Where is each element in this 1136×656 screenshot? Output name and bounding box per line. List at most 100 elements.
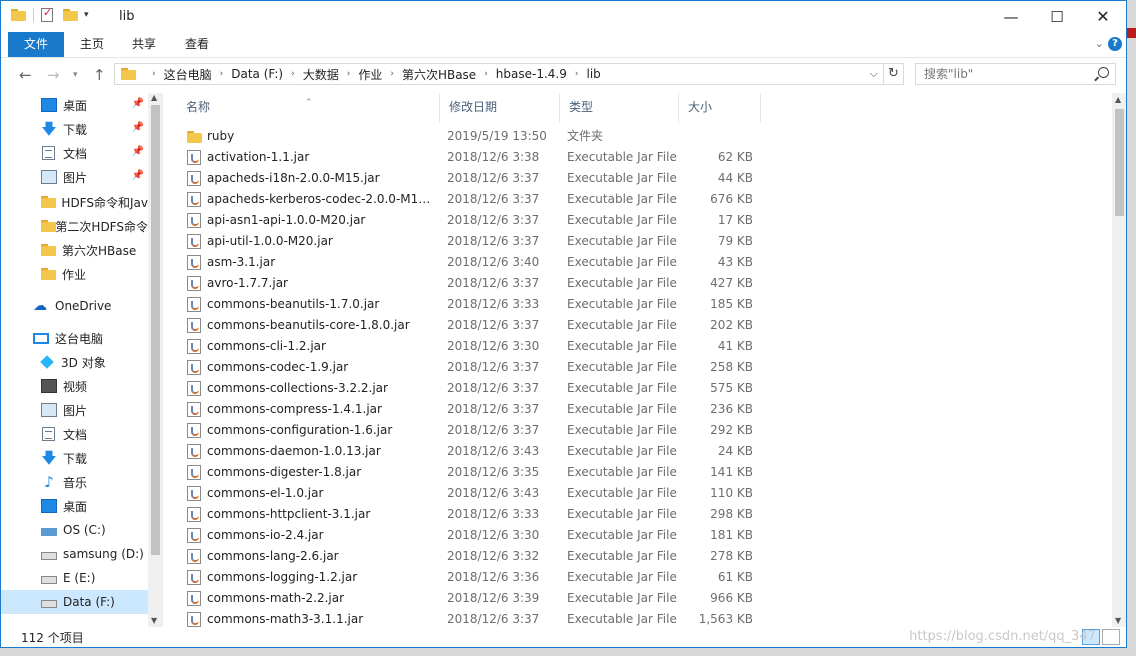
breadcrumb-separator-icon[interactable]: › bbox=[484, 69, 488, 79]
properties-icon[interactable] bbox=[41, 6, 53, 22]
column-header-name[interactable]: 名称 ⌃ bbox=[177, 93, 440, 123]
file-row[interactable]: commons-math3-3.1.1.jar 2018/12/6 3:37 Exe… bbox=[177, 609, 767, 627]
nav-item-documents[interactable]: 文档 bbox=[1, 422, 148, 446]
tab-share[interactable]: 共享 bbox=[121, 32, 167, 57]
search-box[interactable] bbox=[915, 63, 1116, 85]
scroll-up-arrow-icon[interactable]: ▲ bbox=[1115, 95, 1121, 104]
scrollbar-thumb[interactable] bbox=[1115, 109, 1124, 216]
breadcrumb-separator-icon[interactable]: › bbox=[220, 69, 224, 79]
file-row[interactable]: commons-daemon-1.0.13.jar 2018/12/6 3:43 E… bbox=[177, 441, 767, 462]
nav-item-hdfs-folder[interactable]: HDFS命令和Jav bbox=[1, 190, 148, 214]
nav-item-documents-pinned[interactable]: 文档 📌 bbox=[1, 141, 148, 165]
scroll-down-arrow-icon[interactable]: ▼ bbox=[1115, 616, 1121, 625]
breadcrumb-hbase-version[interactable]: hbase-1.4.9 bbox=[496, 67, 567, 81]
scroll-up-arrow-icon[interactable]: ▲ bbox=[151, 93, 157, 102]
breadcrumb-this-pc[interactable]: 这台电脑 bbox=[164, 66, 212, 83]
forward-arrow-icon[interactable]: → bbox=[47, 66, 60, 84]
maximize-button[interactable]: ☐ bbox=[1034, 1, 1080, 32]
search-input[interactable] bbox=[924, 65, 1094, 83]
file-row[interactable]: commons-math-2.2.jar 2018/12/6 3:39 Execut… bbox=[177, 588, 767, 609]
back-arrow-icon[interactable]: ← bbox=[19, 66, 32, 84]
minimize-button[interactable]: — bbox=[988, 1, 1034, 32]
column-header-type[interactable]: 类型 bbox=[560, 93, 679, 123]
tab-home[interactable]: 主页 bbox=[71, 32, 113, 57]
file-row[interactable]: commons-httpclient-3.1.jar 2018/12/6 3:33… bbox=[177, 504, 767, 525]
file-row[interactable]: apacheds-i18n-2.0.0-M15.jar 2018/12/6 3:3… bbox=[177, 168, 767, 189]
nav-item-pictures[interactable]: 图片 bbox=[1, 398, 148, 422]
breadcrumb-hbase-folder[interactable]: 第六次HBase bbox=[402, 66, 476, 83]
customize-toolbar-chevron-icon[interactable]: ▾ bbox=[84, 10, 89, 20]
nav-item-data-drive[interactable]: Data (F:) bbox=[1, 590, 148, 614]
breadcrumb-data-drive[interactable]: Data (F:) bbox=[231, 67, 283, 81]
folder-icon[interactable] bbox=[11, 9, 26, 21]
address-history-chevron-icon[interactable]: ⌵ bbox=[870, 67, 878, 81]
pin-icon[interactable]: 📌 bbox=[132, 146, 144, 157]
file-row[interactable]: commons-codec-1.9.jar 2018/12/6 3:37 Execu… bbox=[177, 357, 767, 378]
file-row[interactable]: asm-3.1.jar 2018/12/6 3:40 Executable Jar … bbox=[177, 252, 767, 273]
up-arrow-icon[interactable]: ↑ bbox=[93, 66, 106, 84]
file-row[interactable]: commons-beanutils-1.7.0.jar 2018/12/6 3:3… bbox=[177, 294, 767, 315]
file-row[interactable]: commons-lang-2.6.jar 2018/12/6 3:32 Execut… bbox=[177, 546, 767, 567]
file-row[interactable]: commons-configuration-1.6.jar 2018/12/6 3… bbox=[177, 420, 767, 441]
nav-item-hdfs2-folder[interactable]: 第二次HDFS命令 bbox=[1, 214, 148, 238]
nav-item-samsung-drive[interactable]: samsung (D:) bbox=[1, 542, 148, 566]
breadcrumb-separator-icon[interactable]: › bbox=[152, 69, 156, 79]
nav-item-this-pc[interactable]: 这台电脑 bbox=[1, 326, 148, 350]
nav-item-downloads[interactable]: 🡇 下载 bbox=[1, 446, 148, 470]
file-row[interactable]: commons-digester-1.8.jar 2018/12/6 3:35 Ex… bbox=[177, 462, 767, 483]
scroll-down-arrow-icon[interactable]: ▼ bbox=[151, 616, 157, 625]
nav-item-downloads-pinned[interactable]: 🡇 下载 📌 bbox=[1, 117, 148, 141]
large-icons-view-button[interactable] bbox=[1102, 629, 1120, 645]
scrollbar-thumb[interactable] bbox=[151, 105, 160, 555]
nav-item-desktop-pinned[interactable]: 桌面 📌 bbox=[1, 93, 148, 117]
file-row[interactable]: api-util-1.0.0-M20.jar 2018/12/6 3:37 Exec… bbox=[177, 231, 767, 252]
breadcrumb-homework[interactable]: 作业 bbox=[358, 66, 382, 83]
nav-item-videos[interactable]: 视频 bbox=[1, 374, 148, 398]
nav-item-desktop[interactable]: 桌面 bbox=[1, 494, 148, 518]
file-type: Executable Jar File bbox=[567, 213, 677, 227]
navigation-scrollbar[interactable]: ▲ ▼ bbox=[148, 93, 163, 627]
file-row[interactable]: commons-collections-3.2.2.jar 2018/12/6 3… bbox=[177, 378, 767, 399]
pin-icon[interactable]: 📌 bbox=[132, 98, 144, 109]
nav-item-os-drive[interactable]: OS (C:) bbox=[1, 518, 148, 542]
nav-item-pictures-pinned[interactable]: 图片 📌 bbox=[1, 165, 148, 189]
breadcrumb-lib[interactable]: lib bbox=[586, 67, 600, 81]
file-row[interactable]: avro-1.7.7.jar 2018/12/6 3:37 Executable J… bbox=[177, 273, 767, 294]
nav-item-3d-objects[interactable]: 3D 对象 bbox=[1, 350, 148, 374]
file-row[interactable]: commons-el-1.0.jar 2018/12/6 3:43 Executab… bbox=[177, 483, 767, 504]
help-icon[interactable]: ? bbox=[1108, 37, 1122, 51]
breadcrumb-separator-icon[interactable]: › bbox=[390, 69, 394, 79]
breadcrumb-separator-icon[interactable]: › bbox=[347, 69, 351, 79]
file-row[interactable]: ruby 2019/5/19 13:50 文件夹 bbox=[177, 126, 767, 147]
file-row[interactable]: api-asn1-api-1.0.0-M20.jar 2018/12/6 3:37… bbox=[177, 210, 767, 231]
address-bar[interactable]: › 这台电脑 › Data (F:) › 大数据 › 作业 › 第六次HBase… bbox=[114, 63, 884, 85]
file-row[interactable]: apacheds-kerberos-codec-2.0.0-M15... 2018… bbox=[177, 189, 767, 210]
file-row[interactable]: commons-io-2.4.jar 2018/12/6 3:30 Executab… bbox=[177, 525, 767, 546]
tab-view[interactable]: 查看 bbox=[175, 32, 219, 57]
breadcrumb-separator-icon[interactable]: › bbox=[575, 69, 579, 79]
file-row[interactable]: commons-compress-1.4.1.jar 2018/12/6 3:37… bbox=[177, 399, 767, 420]
expand-ribbon-chevron-icon[interactable]: ⌄ bbox=[1095, 37, 1104, 50]
file-row[interactable]: commons-cli-1.2.jar 2018/12/6 3:30 Executa… bbox=[177, 336, 767, 357]
tab-file[interactable]: 文件 bbox=[8, 32, 64, 57]
column-header-size[interactable]: 大小 bbox=[679, 93, 761, 123]
search-icon[interactable] bbox=[1098, 67, 1109, 78]
refresh-button[interactable]: ↻ bbox=[884, 63, 904, 85]
nav-item-music[interactable]: ♪ 音乐 bbox=[1, 470, 148, 494]
file-row[interactable]: commons-logging-1.2.jar 2018/12/6 3:36 Exe… bbox=[177, 567, 767, 588]
nav-item-onedrive[interactable]: ☁ OneDrive bbox=[1, 294, 148, 318]
file-list-scrollbar[interactable]: ▲ ▼ bbox=[1112, 93, 1126, 627]
nav-item-homework-folder[interactable]: 作业 bbox=[1, 262, 148, 286]
nav-item-e-drive[interactable]: E (E:) bbox=[1, 566, 148, 590]
new-folder-icon[interactable] bbox=[63, 9, 78, 21]
file-row[interactable]: commons-beanutils-core-1.8.0.jar 2018/12/… bbox=[177, 315, 767, 336]
breadcrumb-bigdata[interactable]: 大数据 bbox=[303, 66, 339, 83]
breadcrumb-separator-icon[interactable]: › bbox=[291, 69, 295, 79]
close-button[interactable]: ✕ bbox=[1080, 1, 1126, 32]
pin-icon[interactable]: 📌 bbox=[132, 122, 144, 133]
column-header-date[interactable]: 修改日期 bbox=[440, 93, 560, 123]
file-row[interactable]: activation-1.1.jar 2018/12/6 3:38 Executab… bbox=[177, 147, 767, 168]
recent-locations-chevron-icon[interactable]: ▾ bbox=[73, 70, 78, 80]
nav-item-hbase-folder[interactable]: 第六次HBase bbox=[1, 238, 148, 262]
pin-icon[interactable]: 📌 bbox=[132, 170, 144, 181]
